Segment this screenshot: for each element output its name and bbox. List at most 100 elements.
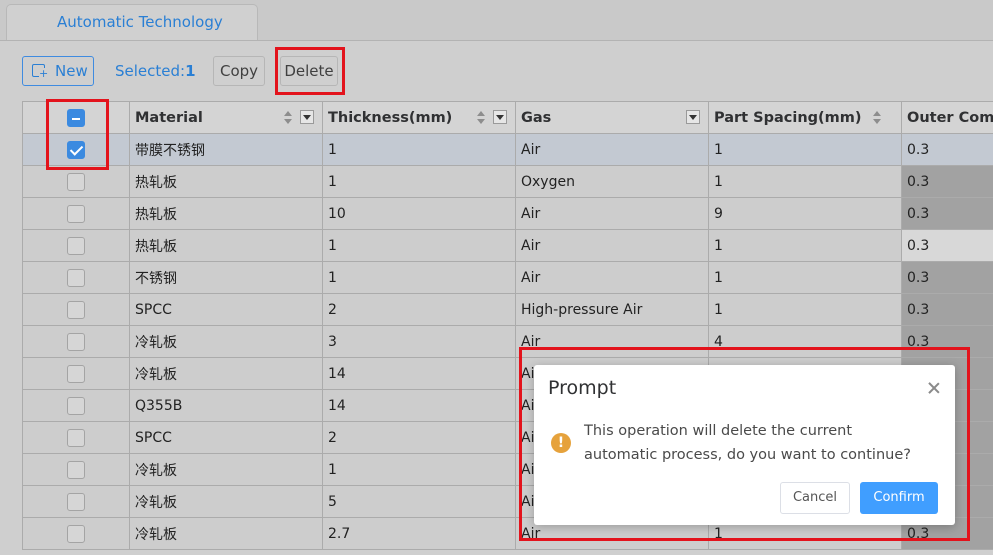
thickness-cell: 5 — [322, 485, 516, 518]
row-checkbox-cell — [22, 229, 130, 262]
column-label: Thickness(mm) — [328, 109, 453, 126]
add-icon — [32, 64, 49, 79]
gas-cell: Oxygen — [515, 165, 709, 198]
toolbar: New Selected:1 Copy Delete — [0, 41, 993, 101]
tab-automatic-technology[interactable]: Automatic Technology — [6, 4, 258, 40]
material-cell: 冷轧板 — [129, 357, 323, 390]
row-checkbox[interactable] — [67, 204, 85, 223]
spacing-cell: 1 — [708, 165, 902, 198]
material-cell: 冷轧板 — [129, 453, 323, 486]
sort-icon[interactable] — [873, 111, 881, 125]
gas-cell: Air — [515, 325, 709, 358]
row-checkbox[interactable] — [67, 524, 85, 543]
material-cell: 热轧板 — [129, 165, 323, 198]
column-thickness[interactable]: Thickness(mm) — [322, 101, 516, 134]
row-checkbox-cell — [22, 325, 130, 358]
spacing-cell: 4 — [708, 325, 902, 358]
gas-cell: Air — [515, 133, 709, 166]
selected-number: 1 — [185, 62, 196, 80]
filter-dropdown-icon[interactable] — [300, 110, 314, 124]
sort-icon[interactable] — [284, 111, 292, 125]
delete-button[interactable]: Delete — [280, 56, 338, 86]
spacing-cell: 1 — [708, 261, 902, 294]
select-all-header — [22, 101, 130, 134]
table-row[interactable]: 冷轧板 3 Air 4 0.3 — [22, 325, 993, 358]
sort-icon[interactable] — [477, 111, 485, 125]
row-checkbox[interactable] — [67, 268, 85, 287]
material-cell: 冷轧板 — [129, 517, 323, 550]
new-button[interactable]: New — [22, 56, 94, 86]
select-all-checkbox[interactable] — [67, 108, 85, 127]
row-checkbox-cell — [22, 261, 130, 294]
selected-count: Selected:1 — [115, 56, 196, 86]
gas-cell: High-pressure Air — [515, 293, 709, 326]
row-checkbox-cell — [22, 165, 130, 198]
gas-cell: Air — [515, 229, 709, 262]
row-checkbox-cell — [22, 485, 130, 518]
material-cell: 冷轧板 — [129, 325, 323, 358]
material-cell: 热轧板 — [129, 197, 323, 230]
row-checkbox-cell — [22, 453, 130, 486]
thickness-cell: 1 — [322, 261, 516, 294]
material-cell: 冷轧板 — [129, 485, 323, 518]
column-part-spacing[interactable]: Part Spacing(mm) — [708, 101, 902, 134]
column-label: Gas — [521, 109, 552, 126]
row-checkbox[interactable] — [67, 396, 85, 415]
dialog-title: Prompt — [548, 377, 617, 399]
row-checkbox[interactable] — [67, 300, 85, 319]
thickness-cell: 1 — [322, 133, 516, 166]
filter-dropdown-icon[interactable] — [493, 110, 507, 124]
spacing-cell: 1 — [708, 133, 902, 166]
new-button-label: New — [55, 62, 88, 80]
row-checkbox[interactable] — [67, 428, 85, 447]
filter-dropdown-icon[interactable] — [686, 110, 700, 124]
row-checkbox[interactable] — [67, 492, 85, 511]
material-cell: Q355B — [129, 389, 323, 422]
thickness-cell: 14 — [322, 389, 516, 422]
column-outer-comp[interactable]: Outer Comp — [901, 101, 993, 134]
row-checkbox-cell — [22, 357, 130, 390]
table-row[interactable]: SPCC 2 High-pressure Air 1 0.3 — [22, 293, 993, 326]
copy-button[interactable]: Copy — [213, 56, 265, 86]
thickness-cell: 2 — [322, 421, 516, 454]
row-checkbox[interactable] — [67, 140, 85, 159]
row-checkbox-cell — [22, 293, 130, 326]
thickness-cell: 1 — [322, 165, 516, 198]
thickness-cell: 1 — [322, 229, 516, 262]
row-checkbox[interactable] — [67, 332, 85, 351]
outer-comp-cell: 0.3 — [901, 165, 993, 198]
row-checkbox[interactable] — [67, 460, 85, 479]
thickness-cell: 2 — [322, 293, 516, 326]
table-row[interactable]: 热轧板 1 Oxygen 1 0.3 — [22, 165, 993, 198]
column-label: Material — [135, 109, 203, 126]
material-cell: SPCC — [129, 421, 323, 454]
outer-comp-cell: 0.3 — [901, 133, 993, 166]
outer-comp-cell: 0.3 — [901, 197, 993, 230]
row-checkbox[interactable] — [67, 236, 85, 255]
tab-bar: Automatic Technology — [0, 0, 993, 41]
row-checkbox-cell — [22, 389, 130, 422]
thickness-cell: 2.7 — [322, 517, 516, 550]
row-checkbox[interactable] — [67, 172, 85, 191]
table-row[interactable]: 热轧板 10 Air 9 0.3 — [22, 197, 993, 230]
close-icon[interactable] — [927, 381, 941, 395]
thickness-cell: 1 — [322, 453, 516, 486]
column-material[interactable]: Material — [129, 101, 323, 134]
confirm-dialog: Prompt ! This operation will delete the … — [534, 365, 955, 525]
row-checkbox[interactable] — [67, 364, 85, 383]
material-cell: 热轧板 — [129, 229, 323, 262]
spacing-cell: 1 — [708, 293, 902, 326]
table-row[interactable]: 热轧板 1 Air 1 0.3 — [22, 229, 993, 262]
thickness-cell: 10 — [322, 197, 516, 230]
cancel-button[interactable]: Cancel — [780, 482, 850, 514]
material-cell: 不锈钢 — [129, 261, 323, 294]
row-checkbox-cell — [22, 421, 130, 454]
material-cell: SPCC — [129, 293, 323, 326]
column-gas[interactable]: Gas — [515, 101, 709, 134]
table-row[interactable]: 不锈钢 1 Air 1 0.3 — [22, 261, 993, 294]
column-label: Part Spacing(mm) — [714, 109, 862, 126]
outer-comp-cell: 0.3 — [901, 293, 993, 326]
confirm-button[interactable]: Confirm — [860, 482, 938, 514]
selected-label: Selected: — [115, 62, 186, 80]
table-row[interactable]: 带膜不锈钢 1 Air 1 0.3 — [22, 133, 993, 166]
